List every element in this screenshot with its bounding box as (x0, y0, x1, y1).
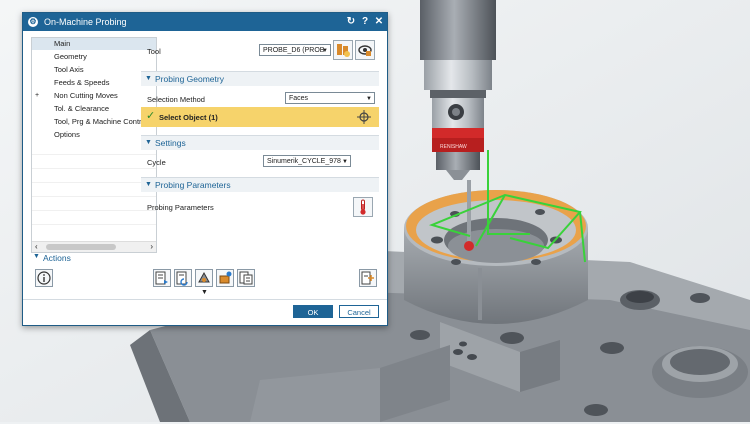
select-object-label: Select Object (1) (159, 113, 218, 122)
section-title: Probing Parameters (155, 180, 231, 190)
probing-geometry-header[interactable]: ▼ Probing Geometry (141, 71, 379, 86)
more-options-icon[interactable]: ▼ (201, 289, 208, 296)
nav-item-tol-clearance[interactable]: Tol. & Clearance (32, 103, 156, 115)
simulate-icon (219, 271, 232, 284)
replay-button[interactable] (174, 269, 192, 287)
selection-method-label: Selection Method (147, 95, 205, 104)
probing-parameters-header[interactable]: ▼ Probing Parameters (141, 177, 379, 192)
expand-icon[interactable]: + (35, 90, 39, 102)
collapse-icon: ▼ (33, 253, 40, 260)
dialog-title: On-Machine Probing (44, 17, 127, 27)
chevron-down-icon: ▼ (322, 48, 328, 54)
nav-item-tool-prg-machine[interactable]: Tool, Prg & Machine Contr (32, 116, 156, 128)
section-title: Settings (155, 138, 186, 148)
check-icon: ✓ (146, 110, 156, 122)
nav-blank-row (32, 168, 156, 181)
dialog-titlebar[interactable]: ⚙ On-Machine Probing ↻ ? ✕ (23, 13, 387, 31)
new-tool-icon (337, 44, 350, 57)
reset-icon[interactable]: ↻ (345, 16, 357, 28)
tool-select[interactable]: PROBE_D6 (PROB ▼ (259, 44, 331, 56)
ok-button[interactable]: OK (293, 305, 333, 318)
cycle-label: Cycle (147, 158, 166, 167)
collapse-icon: ▼ (145, 181, 152, 188)
thermometer-icon (360, 199, 366, 215)
tool-label: Tool (147, 47, 161, 56)
list-button[interactable] (237, 269, 255, 287)
nav-horizontal-scrollbar[interactable]: ‹ › (32, 241, 156, 252)
navigation-tree: Main Geometry Tool Axis Feeds & Speeds +… (31, 37, 157, 253)
section-title: Probing Geometry (155, 74, 224, 84)
tool-select-value: PROBE_D6 (PROB (263, 47, 325, 54)
nav-item-label: Feeds & Speeds (54, 78, 110, 87)
display-tool-icon (358, 45, 372, 56)
info-button[interactable] (35, 269, 53, 287)
settings-header[interactable]: ▼ Settings (141, 135, 379, 150)
nav-blank-row (32, 182, 156, 195)
info-icon (37, 271, 51, 285)
verify-button[interactable] (195, 269, 213, 287)
svg-text:RENISHAW: RENISHAW (440, 144, 467, 150)
simulate-button[interactable] (216, 269, 234, 287)
cancel-button[interactable]: Cancel (339, 305, 379, 318)
probing-parameters-button[interactable] (353, 197, 373, 217)
nav-item-label: Main (54, 39, 71, 48)
nav-item-label: Options (54, 130, 80, 139)
on-machine-probing-dialog: ⚙ On-Machine Probing ↻ ? ✕ Main Geometry… (22, 12, 388, 326)
nav-item-options[interactable]: Options (32, 129, 156, 141)
nav-item-tool-axis[interactable]: Tool Axis (32, 64, 156, 76)
chevron-down-icon: ▼ (366, 96, 372, 102)
new-tool-button[interactable] (333, 40, 353, 60)
select-object-row[interactable]: ✓ Select Object (1) (141, 107, 379, 127)
collapse-icon: ▼ (145, 139, 152, 146)
collapse-icon: ▼ (145, 75, 152, 82)
chevron-down-icon: ▼ (342, 159, 348, 165)
nav-item-feeds-speeds[interactable]: Feeds & Speeds (32, 77, 156, 89)
generate-button[interactable] (153, 269, 171, 287)
nav-blank-row (32, 196, 156, 209)
nav-item-label: Tool Axis (54, 65, 84, 74)
crosshair-icon[interactable] (357, 110, 371, 126)
nav-blank-row (32, 210, 156, 223)
cycle-select[interactable]: Sinumerik_CYCLE_978 ▼ (263, 155, 351, 167)
replay-icon (176, 271, 188, 286)
close-icon[interactable]: ✕ (373, 16, 385, 28)
post-icon (361, 271, 374, 285)
probing-parameters-label: Probing Parameters (147, 203, 214, 212)
selection-method-select[interactable]: Faces ▼ (285, 92, 375, 104)
scrollbar-thumb[interactable] (46, 244, 116, 250)
edit-tool-button[interactable] (355, 40, 375, 60)
nav-item-non-cutting-moves[interactable]: + Non Cutting Moves (32, 90, 156, 102)
list-icon (239, 271, 253, 285)
nav-item-label: Non Cutting Moves (54, 91, 118, 100)
nav-item-label: Tol. & Clearance (54, 104, 110, 113)
scroll-left-icon[interactable]: ‹ (35, 242, 38, 252)
nav-blank-row (32, 224, 156, 237)
nav-item-geometry[interactable]: Geometry (32, 51, 156, 63)
section-title: Actions (43, 253, 71, 263)
footer-divider (23, 299, 387, 300)
help-icon[interactable]: ? (359, 16, 371, 28)
generate-icon (155, 271, 168, 285)
verify-icon (198, 271, 210, 283)
cycle-value: Sinumerik_CYCLE_978 (267, 158, 341, 165)
post-button[interactable] (359, 269, 377, 287)
gear-icon: ⚙ (28, 17, 38, 27)
actions-header[interactable]: ▼ Actions (31, 253, 401, 265)
nav-blank-row (32, 154, 156, 167)
selection-method-value: Faces (289, 95, 309, 102)
nav-item-main[interactable]: Main (32, 38, 156, 50)
nav-item-label: Geometry (54, 52, 87, 61)
scroll-right-icon[interactable]: › (150, 242, 153, 252)
nav-item-label: Tool, Prg & Machine Contr (54, 117, 142, 126)
